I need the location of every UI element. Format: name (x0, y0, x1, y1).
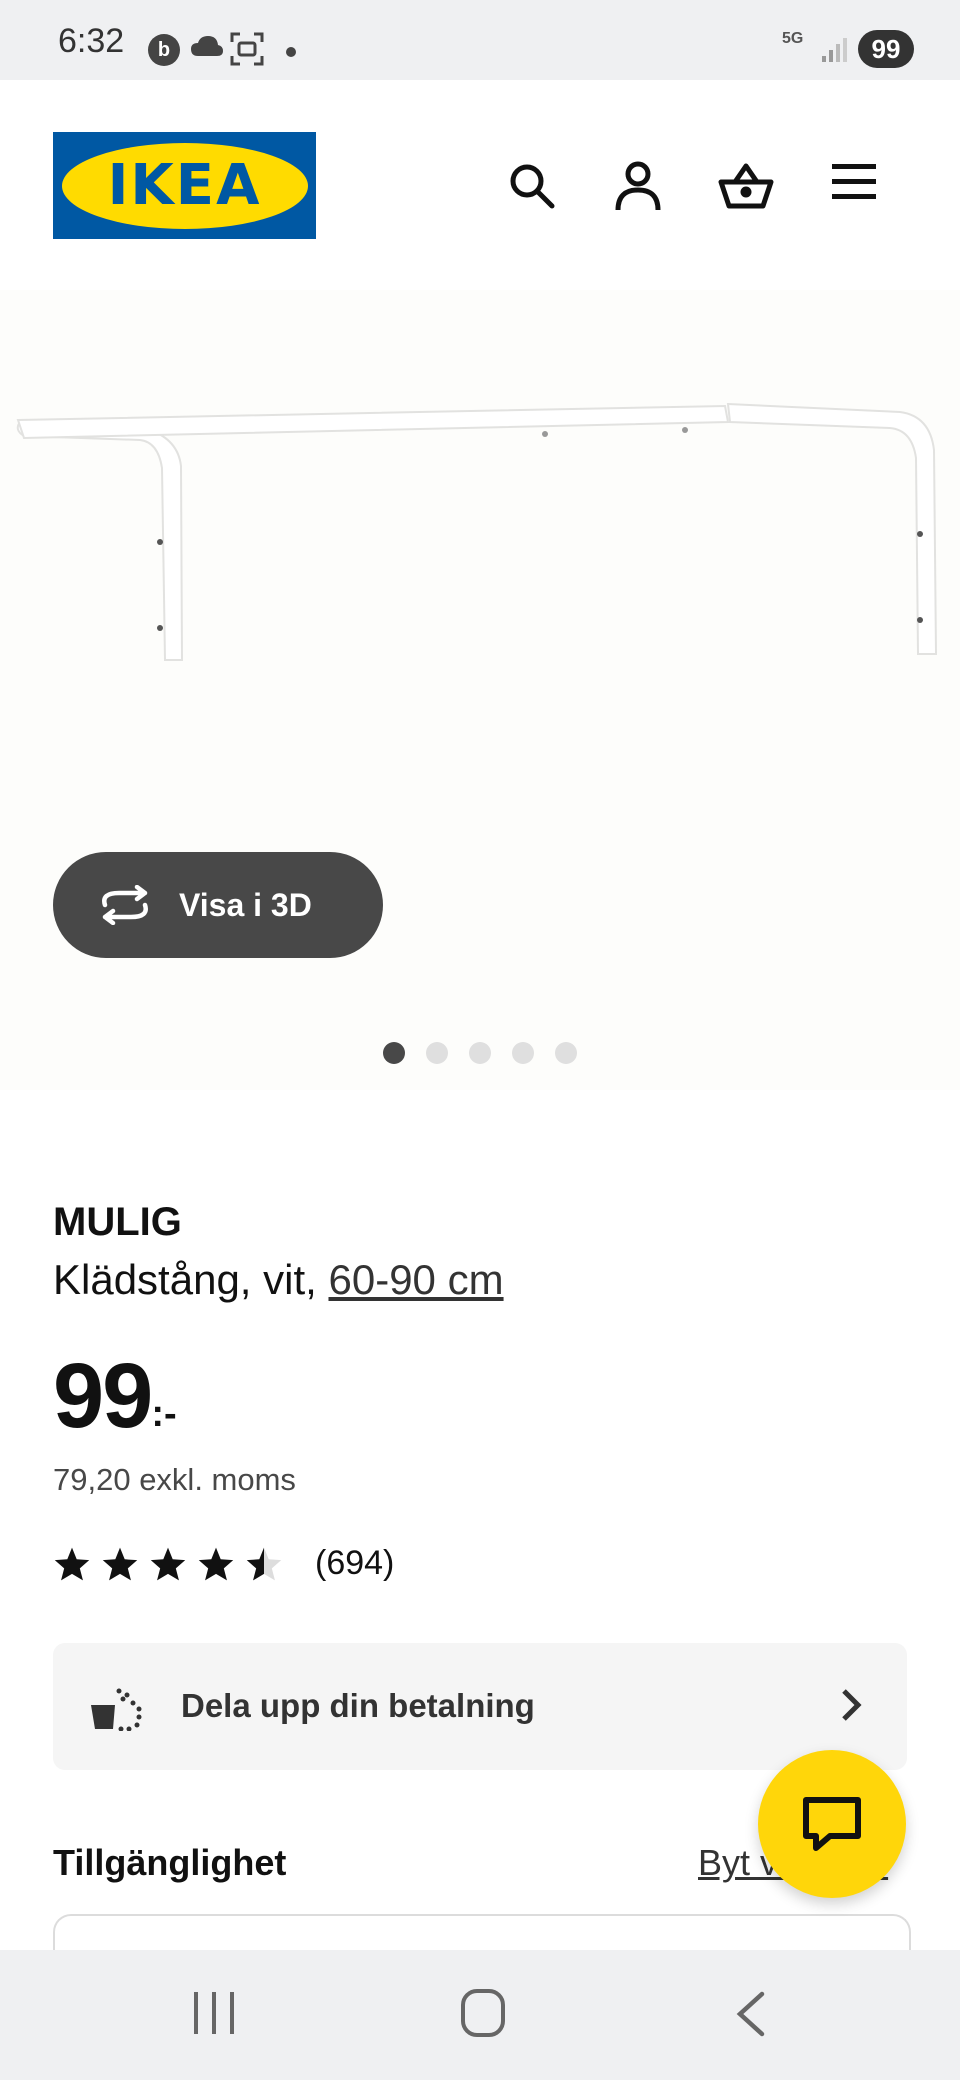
gallery-dot[interactable] (555, 1042, 577, 1064)
price: 99 :- (53, 1350, 177, 1442)
screenshot-icon (230, 32, 264, 71)
price-amount: 99 (53, 1345, 153, 1447)
ikea-logo[interactable]: IKEA (53, 132, 316, 239)
status-bar: 6:32 b 5G 99 (0, 0, 960, 80)
gallery-dot[interactable] (383, 1042, 405, 1064)
installment-label: Dela upp din betalning (181, 1687, 535, 1724)
price-excl-vat: 79,20 exkl. moms (53, 1462, 296, 1497)
rating[interactable]: (694) (53, 1544, 394, 1583)
star-icon (54, 1547, 90, 1580)
product-name: MULIG (53, 1200, 182, 1244)
installment-banner[interactable]: Dela upp din betalning (53, 1643, 907, 1770)
gallery-dot[interactable] (469, 1042, 491, 1064)
gallery-dot[interactable] (426, 1042, 448, 1064)
battery-indicator: 99 (858, 30, 914, 68)
cart-icon[interactable] (718, 160, 774, 212)
network-type: 5G (782, 30, 804, 47)
gallery-dot[interactable] (512, 1042, 534, 1064)
app-badge-icon: b (148, 34, 180, 66)
rating-stars (53, 1546, 283, 1582)
star-icon (150, 1547, 186, 1580)
account-icon[interactable] (612, 160, 664, 212)
cloud-icon (190, 34, 224, 63)
home-icon[interactable] (460, 1988, 506, 2043)
status-time: 6:32 (58, 22, 125, 60)
product-image[interactable] (0, 290, 960, 1090)
search-icon[interactable] (506, 160, 558, 212)
star-icon (102, 1547, 138, 1580)
rotate-3d-icon (102, 885, 148, 925)
signal-icon (820, 36, 848, 69)
size-link[interactable]: 60-90 cm (328, 1256, 503, 1303)
split-payment-icon (89, 1685, 145, 1736)
product-type: Klädstång, vit, (53, 1256, 317, 1303)
clothes-rail-illustration (16, 402, 938, 661)
system-nav-bar (0, 1950, 960, 2080)
notification-dot-icon (286, 44, 296, 62)
gallery-pagination (0, 1042, 960, 1064)
recent-apps-icon[interactable] (192, 1990, 236, 2041)
chat-button[interactable] (758, 1750, 906, 1898)
review-count: (694) (315, 1544, 395, 1582)
chevron-right-icon (839, 1687, 863, 1728)
chat-icon (803, 1797, 861, 1851)
product-description: Klädstång, vit, 60-90 cm (53, 1256, 504, 1304)
menu-icon[interactable] (830, 160, 882, 212)
logo-text: IKEA (61, 142, 308, 229)
half-star-icon (246, 1547, 282, 1580)
back-icon[interactable] (734, 1990, 768, 2043)
view-3d-label: Visa i 3D (179, 886, 312, 923)
view-3d-button[interactable]: Visa i 3D (53, 852, 383, 958)
star-icon (198, 1547, 234, 1580)
availability-title: Tillgänglighet (53, 1842, 287, 1883)
price-suffix: :- (151, 1393, 177, 1435)
